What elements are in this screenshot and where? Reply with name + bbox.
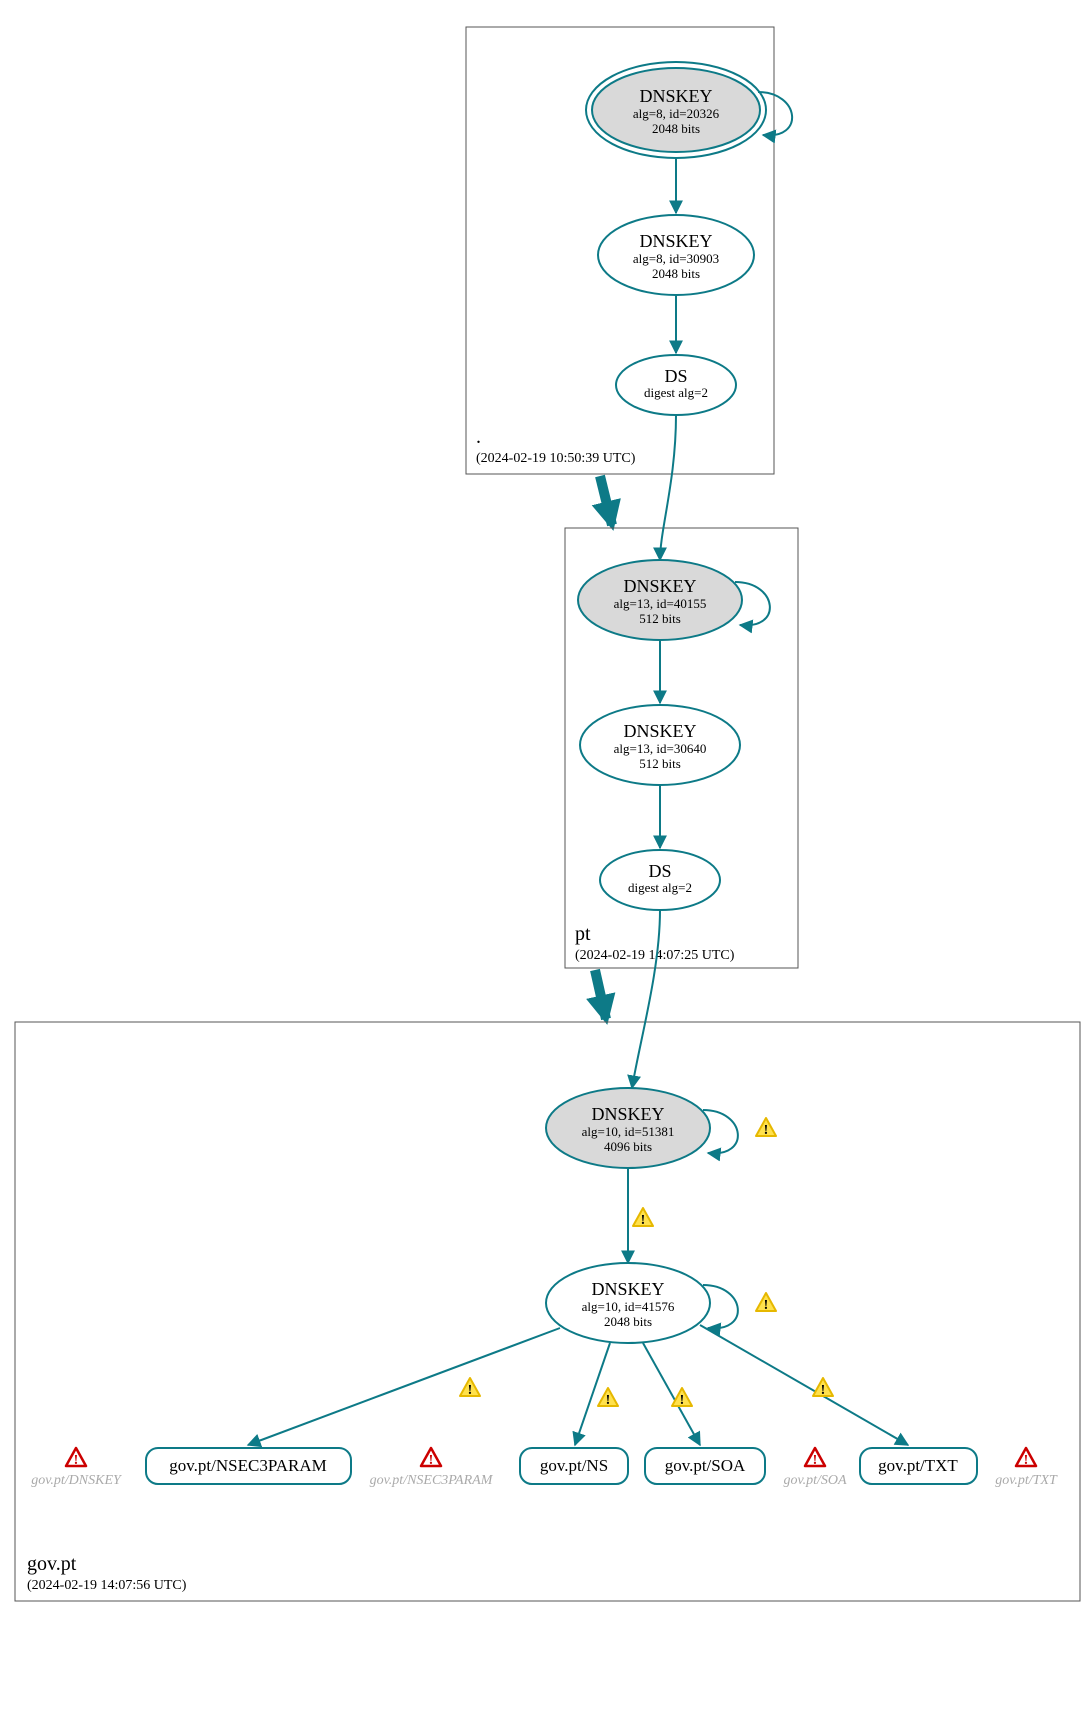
svg-text:alg=10, id=41576: alg=10, id=41576 [582,1299,675,1314]
zone-pt-timestamp: (2024-02-19 14:07:25 UTC) [575,948,735,963]
svg-text:gov.pt/SOA: gov.pt/SOA [783,1473,847,1488]
warning-icon: ! [756,1118,776,1138]
svg-text:DS: DS [648,861,671,881]
svg-text:alg=8, id=30903: alg=8, id=30903 [633,251,719,266]
svg-text:DNSKEY: DNSKEY [623,721,696,741]
svg-text:digest alg=2: digest alg=2 [644,385,708,400]
zone-root: . (2024-02-19 10:50:39 UTC) DNSKEY alg=8… [466,27,792,474]
svg-text:gov.pt/TXT: gov.pt/TXT [995,1473,1058,1488]
warning-icon: ! [756,1293,776,1313]
svg-text:gov.pt/SOA: gov.pt/SOA [665,1456,746,1475]
svg-text:gov.pt/DNSKEY: gov.pt/DNSKEY [31,1473,123,1488]
svg-text:DNSKEY: DNSKEY [639,86,712,106]
svg-text:DNSKEY: DNSKEY [623,576,696,596]
edge-root-to-pt-zone [600,476,612,525]
dnssec-diagram: . (2024-02-19 10:50:39 UTC) DNSKEY alg=8… [0,0,1091,1721]
svg-text:gov.pt/NSEC3PARAM: gov.pt/NSEC3PARAM [169,1456,326,1475]
zone-gov-name: gov.pt [27,1553,77,1575]
zone-pt-name: pt [575,923,591,945]
svg-text:!: ! [764,1123,769,1138]
warning-icon: ! [813,1378,833,1398]
svg-text:2048 bits: 2048 bits [604,1314,652,1329]
ghost-nsec3param: ! gov.pt/NSEC3PARAM [370,1448,494,1488]
ghost-dnskey: ! gov.pt/DNSKEY [31,1448,123,1488]
node-pt-ds: DS digest alg=2 [600,850,720,910]
zone-gov-timestamp: (2024-02-19 14:07:56 UTC) [27,1578,187,1593]
svg-text:gov.pt/TXT: gov.pt/TXT [878,1456,958,1475]
node-pt-ksk: DNSKEY alg=13, id=40155 512 bits [578,560,742,640]
edge-gov-zsk-nsec3param [248,1328,560,1445]
zone-root-timestamp: (2024-02-19 10:50:39 UTC) [476,451,636,466]
rr-txt: gov.pt/TXT [860,1448,977,1484]
svg-text:gov.pt/NSEC3PARAM: gov.pt/NSEC3PARAM [370,1473,494,1488]
zone-pt: pt (2024-02-19 14:07:25 UTC) DNSKEY alg=… [565,415,798,968]
rr-nsec3param: gov.pt/NSEC3PARAM [146,1448,351,1484]
svg-text:!: ! [468,1383,473,1398]
svg-text:DNSKEY: DNSKEY [591,1104,664,1124]
svg-text:DNSKEY: DNSKEY [591,1279,664,1299]
svg-text:!: ! [813,1453,818,1468]
svg-text:2048 bits: 2048 bits [652,121,700,136]
edge-pt-ds-to-gov-ksk [632,910,660,1088]
svg-text:!: ! [764,1298,769,1313]
node-gov-zsk: DNSKEY alg=10, id=41576 2048 bits [546,1263,710,1343]
svg-text:!: ! [680,1393,685,1408]
edge-root-ds-to-pt-ksk [660,415,676,560]
node-root-ds: DS digest alg=2 [616,355,736,415]
warning-icon: ! [598,1388,618,1408]
svg-text:alg=13, id=30640: alg=13, id=30640 [614,741,707,756]
svg-text:DNSKEY: DNSKEY [639,231,712,251]
svg-text:alg=10, id=51381: alg=10, id=51381 [582,1124,675,1139]
svg-text:!: ! [641,1213,646,1228]
svg-text:512 bits: 512 bits [639,756,681,771]
node-root-ksk: DNSKEY alg=8, id=20326 2048 bits [586,62,766,158]
svg-text:DS: DS [664,366,687,386]
svg-text:!: ! [429,1453,434,1468]
edge-pt-to-gov-zone [595,970,606,1019]
svg-text:4096 bits: 4096 bits [604,1139,652,1154]
edge-gov-zsk-soa [643,1343,700,1445]
rr-ns: gov.pt/NS [520,1448,628,1484]
svg-text:alg=13, id=40155: alg=13, id=40155 [614,596,707,611]
svg-text:!: ! [821,1383,826,1398]
svg-text:2048 bits: 2048 bits [652,266,700,281]
zone-gov: gov.pt (2024-02-19 14:07:56 UTC) DNSKEY … [15,910,1080,1601]
svg-text:!: ! [1024,1453,1029,1468]
ghost-soa: ! gov.pt/SOA [783,1448,847,1488]
svg-text:!: ! [606,1393,611,1408]
svg-text:gov.pt/NS: gov.pt/NS [540,1456,608,1475]
node-gov-ksk: DNSKEY alg=10, id=51381 4096 bits [546,1088,710,1168]
svg-text:digest alg=2: digest alg=2 [628,880,692,895]
node-pt-zsk: DNSKEY alg=13, id=30640 512 bits [580,705,740,785]
warning-icon: ! [460,1378,480,1398]
rr-soa: gov.pt/SOA [645,1448,765,1484]
svg-text:512 bits: 512 bits [639,611,681,626]
ghost-txt: ! gov.pt/TXT [995,1448,1058,1488]
svg-text:!: ! [74,1453,79,1468]
warning-icon: ! [672,1388,692,1408]
warning-icon: ! [633,1208,653,1228]
zone-root-name: . [476,426,481,448]
edge-gov-zsk-txt [700,1325,908,1445]
node-root-zsk: DNSKEY alg=8, id=30903 2048 bits [598,215,754,295]
svg-text:alg=8, id=20326: alg=8, id=20326 [633,106,720,121]
